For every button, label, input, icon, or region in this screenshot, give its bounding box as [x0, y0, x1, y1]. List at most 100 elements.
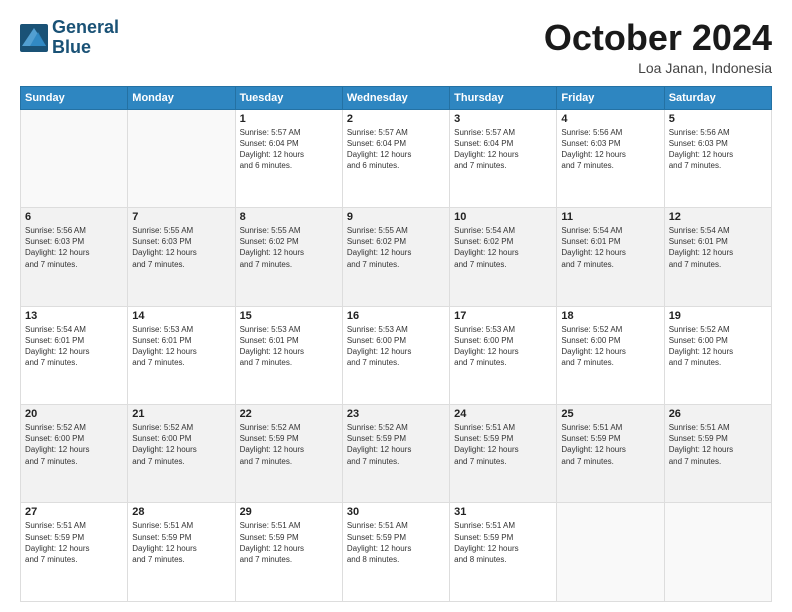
table-row	[664, 503, 771, 602]
table-row: 16Sunrise: 5:53 AM Sunset: 6:00 PM Dayli…	[342, 306, 449, 404]
day-info: Sunrise: 5:57 AM Sunset: 6:04 PM Dayligh…	[240, 127, 338, 172]
day-number: 3	[454, 113, 552, 125]
header: General Blue October 2024 Loa Janan, Ind…	[20, 18, 772, 76]
day-number: 26	[669, 408, 767, 420]
day-info: Sunrise: 5:51 AM Sunset: 5:59 PM Dayligh…	[25, 520, 123, 565]
col-sunday: Sunday	[21, 86, 128, 109]
calendar-location: Loa Janan, Indonesia	[544, 60, 772, 76]
calendar-week-row: 27 Sunrise: 5:51 AM Sunset: 5:59 PM Dayli…	[21, 503, 772, 602]
day-number: 14	[132, 310, 230, 322]
day-number: 31	[454, 506, 552, 518]
day-number: 22	[240, 408, 338, 420]
day-info: Sunrise: 5:51 AM Sunset: 5:59 PM Dayligh…	[132, 520, 230, 565]
table-row: 19 Sunrise: 5:52 AM Sunset: 6:00 PM Dayli…	[664, 306, 771, 404]
day-number: 24	[454, 408, 552, 420]
day-info: Sunrise: 5:52 AM Sunset: 6:00 PM Dayligh…	[669, 324, 767, 369]
col-saturday: Saturday	[664, 86, 771, 109]
day-number: 11	[561, 211, 659, 223]
day-info: Sunrise: 5:51 AM Sunset: 5:59 PM Dayligh…	[347, 520, 445, 565]
calendar-header-row: Sunday Monday Tuesday Wednesday Thursday…	[21, 86, 772, 109]
day-number: 25	[561, 408, 659, 420]
col-thursday: Thursday	[450, 86, 557, 109]
col-friday: Friday	[557, 86, 664, 109]
page: General Blue October 2024 Loa Janan, Ind…	[0, 0, 792, 612]
table-row	[128, 109, 235, 207]
day-info: Sunrise: 5:51 AM Sunset: 5:59 PM Dayligh…	[454, 520, 552, 565]
table-row: 31 Sunrise: 5:51 AM Sunset: 5:59 PM Dayli…	[450, 503, 557, 602]
day-number: 16	[347, 310, 445, 322]
table-row: 30 Sunrise: 5:51 AM Sunset: 5:59 PM Dayli…	[342, 503, 449, 602]
table-row: 28 Sunrise: 5:51 AM Sunset: 5:59 PM Dayli…	[128, 503, 235, 602]
table-row: 12Sunrise: 5:54 AM Sunset: 6:01 PM Dayli…	[664, 208, 771, 306]
table-row: 29 Sunrise: 5:51 AM Sunset: 5:59 PM Dayli…	[235, 503, 342, 602]
table-row: 17Sunrise: 5:53 AM Sunset: 6:00 PM Dayli…	[450, 306, 557, 404]
title-block: October 2024 Loa Janan, Indonesia	[544, 18, 772, 76]
day-info: Sunrise: 5:52 AM Sunset: 6:00 PM Dayligh…	[561, 324, 659, 369]
calendar-week-row: 1 Sunrise: 5:57 AM Sunset: 6:04 PM Daylig…	[21, 109, 772, 207]
day-info: Sunrise: 5:54 AM Sunset: 6:01 PM Dayligh…	[25, 324, 123, 369]
table-row: 13Sunrise: 5:54 AM Sunset: 6:01 PM Dayli…	[21, 306, 128, 404]
table-row: 21 Sunrise: 5:52 AM Sunset: 6:00 PM Dayli…	[128, 405, 235, 503]
table-row: 23 Sunrise: 5:52 AM Sunset: 5:59 PM Dayli…	[342, 405, 449, 503]
table-row: 3Sunrise: 5:57 AM Sunset: 6:04 PM Daylig…	[450, 109, 557, 207]
calendar-table: Sunday Monday Tuesday Wednesday Thursday…	[20, 86, 772, 602]
day-number: 10	[454, 211, 552, 223]
day-info: Sunrise: 5:55 AM Sunset: 6:02 PM Dayligh…	[240, 225, 338, 270]
table-row: 6 Sunrise: 5:56 AM Sunset: 6:03 PM Daylig…	[21, 208, 128, 306]
day-number: 21	[132, 408, 230, 420]
day-number: 1	[240, 113, 338, 125]
table-row	[557, 503, 664, 602]
calendar-title: October 2024	[544, 18, 772, 58]
day-info: Sunrise: 5:51 AM Sunset: 5:59 PM Dayligh…	[454, 422, 552, 467]
day-info: Sunrise: 5:51 AM Sunset: 5:59 PM Dayligh…	[669, 422, 767, 467]
table-row: 25Sunrise: 5:51 AM Sunset: 5:59 PM Dayli…	[557, 405, 664, 503]
day-number: 7	[132, 211, 230, 223]
calendar-week-row: 6 Sunrise: 5:56 AM Sunset: 6:03 PM Daylig…	[21, 208, 772, 306]
table-row: 2 Sunrise: 5:57 AM Sunset: 6:04 PM Daylig…	[342, 109, 449, 207]
calendar-week-row: 13Sunrise: 5:54 AM Sunset: 6:01 PM Dayli…	[21, 306, 772, 404]
calendar-week-row: 20Sunrise: 5:52 AM Sunset: 6:00 PM Dayli…	[21, 405, 772, 503]
table-row: 20Sunrise: 5:52 AM Sunset: 6:00 PM Dayli…	[21, 405, 128, 503]
day-number: 28	[132, 506, 230, 518]
day-number: 30	[347, 506, 445, 518]
day-info: Sunrise: 5:52 AM Sunset: 6:00 PM Dayligh…	[25, 422, 123, 467]
day-number: 6	[25, 211, 123, 223]
table-row: 18Sunrise: 5:52 AM Sunset: 6:00 PM Dayli…	[557, 306, 664, 404]
day-number: 27	[25, 506, 123, 518]
day-info: Sunrise: 5:53 AM Sunset: 6:01 PM Dayligh…	[240, 324, 338, 369]
logo-line1: General	[52, 18, 119, 38]
day-number: 29	[240, 506, 338, 518]
day-info: Sunrise: 5:55 AM Sunset: 6:03 PM Dayligh…	[132, 225, 230, 270]
day-info: Sunrise: 5:57 AM Sunset: 6:04 PM Dayligh…	[347, 127, 445, 172]
table-row: 26 Sunrise: 5:51 AM Sunset: 5:59 PM Dayli…	[664, 405, 771, 503]
table-row: 9 Sunrise: 5:55 AM Sunset: 6:02 PM Daylig…	[342, 208, 449, 306]
day-info: Sunrise: 5:56 AM Sunset: 6:03 PM Dayligh…	[561, 127, 659, 172]
table-row: 5Sunrise: 5:56 AM Sunset: 6:03 PM Daylig…	[664, 109, 771, 207]
day-info: Sunrise: 5:56 AM Sunset: 6:03 PM Dayligh…	[25, 225, 123, 270]
table-row: 15Sunrise: 5:53 AM Sunset: 6:01 PM Dayli…	[235, 306, 342, 404]
day-number: 12	[669, 211, 767, 223]
logo-icon	[20, 24, 48, 52]
logo: General Blue	[20, 18, 119, 58]
table-row: 7 Sunrise: 5:55 AM Sunset: 6:03 PM Daylig…	[128, 208, 235, 306]
col-wednesday: Wednesday	[342, 86, 449, 109]
table-row: 27 Sunrise: 5:51 AM Sunset: 5:59 PM Dayli…	[21, 503, 128, 602]
logo-text: General Blue	[52, 18, 119, 58]
col-tuesday: Tuesday	[235, 86, 342, 109]
day-number: 8	[240, 211, 338, 223]
day-number: 5	[669, 113, 767, 125]
table-row: 8 Sunrise: 5:55 AM Sunset: 6:02 PM Daylig…	[235, 208, 342, 306]
day-info: Sunrise: 5:51 AM Sunset: 5:59 PM Dayligh…	[240, 520, 338, 565]
day-info: Sunrise: 5:52 AM Sunset: 6:00 PM Dayligh…	[132, 422, 230, 467]
col-monday: Monday	[128, 86, 235, 109]
day-number: 4	[561, 113, 659, 125]
day-number: 9	[347, 211, 445, 223]
day-info: Sunrise: 5:52 AM Sunset: 5:59 PM Dayligh…	[347, 422, 445, 467]
table-row: 22Sunrise: 5:52 AM Sunset: 5:59 PM Dayli…	[235, 405, 342, 503]
day-number: 23	[347, 408, 445, 420]
day-number: 2	[347, 113, 445, 125]
table-row: 10Sunrise: 5:54 AM Sunset: 6:02 PM Dayli…	[450, 208, 557, 306]
day-info: Sunrise: 5:55 AM Sunset: 6:02 PM Dayligh…	[347, 225, 445, 270]
table-row: 14Sunrise: 5:53 AM Sunset: 6:01 PM Dayli…	[128, 306, 235, 404]
day-number: 19	[669, 310, 767, 322]
